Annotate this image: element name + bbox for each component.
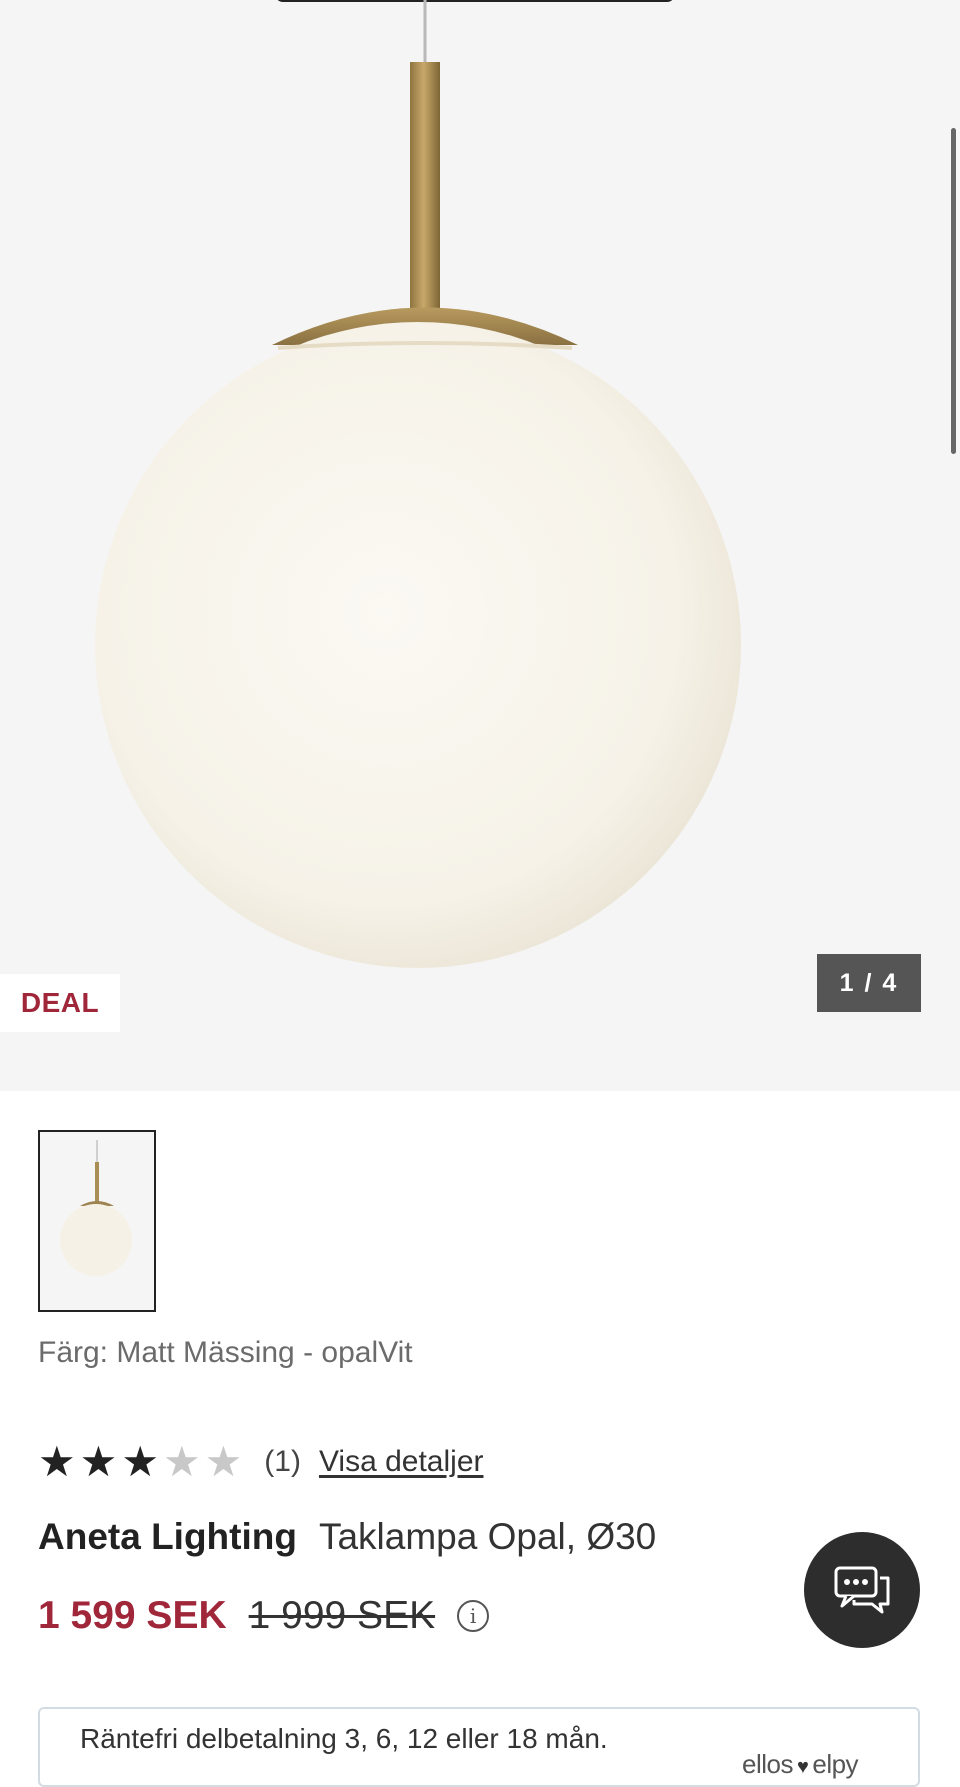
view-details-link[interactable]: Visa detaljer bbox=[319, 1445, 484, 1479]
heart-icon: ♥ bbox=[796, 1756, 809, 1778]
rating-row: ★ ★ ★ ★ ★ (1) Visa detaljer bbox=[38, 1438, 484, 1486]
product-title: Aneta Lighting Taklampa Opal, Ø30 bbox=[38, 1516, 656, 1558]
brand-name[interactable]: Aneta Lighting bbox=[38, 1516, 297, 1558]
review-count: (1) bbox=[264, 1445, 301, 1478]
deal-badge: DEAL bbox=[0, 974, 120, 1032]
ellos-logo-text: ellos bbox=[742, 1749, 793, 1779]
product-image-gallery[interactable]: DEAL 1 / 4 bbox=[0, 0, 960, 1091]
color-label: Färg: Matt Mässing - opalVit bbox=[38, 1336, 413, 1369]
star-filled-icon: ★ bbox=[121, 1438, 159, 1485]
product-name: Taklampa Opal, Ø30 bbox=[318, 1516, 657, 1557]
scrollbar-thumb[interactable] bbox=[951, 128, 956, 454]
chat-button[interactable] bbox=[804, 1532, 920, 1648]
financing-banner[interactable]: Räntefri delbetalning 3, 6, 12 eller 18 … bbox=[38, 1707, 920, 1787]
star-empty-icon: ★ bbox=[162, 1438, 201, 1485]
star-empty-icon: ★ bbox=[204, 1438, 243, 1485]
chat-bubbles-icon bbox=[834, 1566, 890, 1614]
thumbnail-1[interactable] bbox=[38, 1130, 156, 1312]
thumbnail-image bbox=[60, 1140, 132, 1276]
product-image[interactable] bbox=[0, 0, 960, 1091]
star-filled-icon: ★ bbox=[38, 1438, 76, 1485]
star-rating: ★ ★ ★ ★ ★ bbox=[38, 1441, 242, 1483]
elpy-logo-text: elpy bbox=[812, 1749, 859, 1779]
star-filled-icon: ★ bbox=[79, 1438, 118, 1485]
info-icon[interactable]: i bbox=[457, 1600, 490, 1632]
financing-text: Räntefri delbetalning 3, 6, 12 eller 18 … bbox=[80, 1723, 608, 1754]
original-price: 1 999 SEK bbox=[248, 1594, 436, 1637]
financing-logo: ellos ♥ elpy bbox=[742, 1749, 859, 1780]
image-counter: 1 / 4 bbox=[817, 954, 921, 1012]
sale-price: 1 599 SEK bbox=[38, 1594, 227, 1637]
price-row: 1 599 SEK 1 999 SEK i bbox=[38, 1594, 490, 1638]
